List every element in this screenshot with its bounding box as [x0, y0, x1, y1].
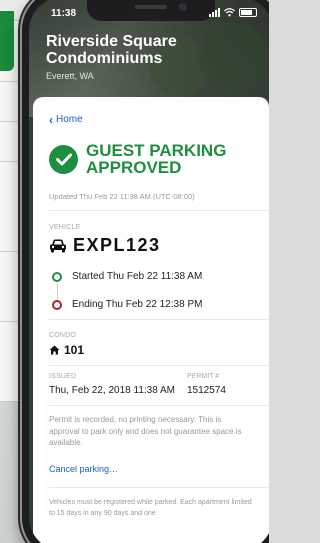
signal-icon [209, 8, 220, 17]
permit-note: Permit is recorded, no printing necessar… [49, 415, 242, 447]
stage: 11:38 Riverside Square Condominiums Ever… [0, 0, 269, 543]
speaker [135, 5, 167, 9]
background-green-tab [0, 11, 14, 71]
start-time: Started Thu Feb 22 11:38 AM [72, 271, 203, 282]
car-icon [50, 239, 66, 252]
vehicle-label: VEHICLE [49, 224, 81, 231]
phone-notch [87, 0, 215, 21]
issued-label: ISSUED [49, 373, 77, 380]
back-button[interactable]: ‹ Home [49, 112, 83, 127]
location-subtitle: Everett, WA [46, 71, 94, 81]
divider [49, 405, 269, 406]
home-icon [49, 345, 60, 355]
condo-unit: 101 [49, 343, 84, 357]
divider [49, 487, 269, 488]
plate-number: EXPL123 [73, 235, 161, 255]
condo-label: CONDO [49, 332, 77, 339]
chevron-left-icon: ‹ [49, 112, 53, 127]
status-icons [209, 8, 257, 17]
end-dot-icon [52, 299, 62, 310]
vehicle-plate: EXPL123 [49, 235, 161, 256]
check-icon [49, 144, 78, 174]
updated-timestamp: Updated Thu Feb 22 11:38 AM (UTC-08:00) [49, 192, 195, 201]
condo-number: 101 [64, 343, 85, 357]
permit-card: ‹ Home GUEST PARKING APPROVED Updated Th… [33, 97, 269, 543]
battery-icon [239, 8, 257, 17]
status-time: 11:38 [51, 8, 77, 19]
end-time: Ending Thu Feb 22 12:38 PM [72, 299, 203, 310]
wifi-icon [224, 8, 235, 17]
divider [49, 365, 269, 366]
permit-label: PERMIT # [187, 373, 220, 380]
issued-value: Thu, Feb 22, 2018 11:38 AM [49, 385, 176, 396]
phone-frame: 11:38 Riverside Square Condominiums Ever… [22, 0, 269, 543]
permit-number: 1512574 [187, 385, 226, 396]
divider [49, 210, 269, 211]
camera [179, 3, 187, 11]
rules-note: Vehicles must be registered while parked… [49, 499, 252, 517]
timeline-end: Ending Thu Feb 22 12:38 PM [49, 299, 202, 310]
approval-banner: GUEST PARKING APPROVED [49, 142, 236, 176]
approval-status: GUEST PARKING APPROVED [86, 141, 227, 177]
cancel-parking-link[interactable]: Cancel parking… [49, 464, 118, 474]
back-label: Home [56, 114, 83, 125]
divider [49, 319, 269, 320]
start-dot-icon [52, 271, 62, 282]
page-title: Riverside Square Condominiums [46, 33, 177, 67]
phone-screen: 11:38 Riverside Square Condominiums Ever… [29, 0, 269, 543]
timeline-start: Started Thu Feb 22 11:38 AM [49, 271, 202, 282]
